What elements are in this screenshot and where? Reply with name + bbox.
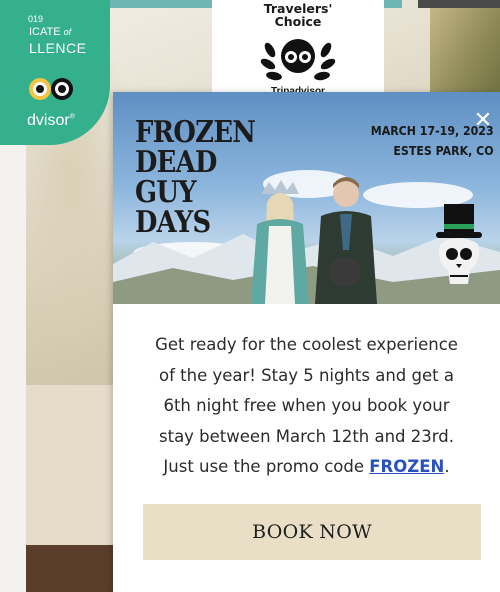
promo-line: stay between March 12th and 23rd. xyxy=(159,426,454,446)
promo-line: 6th night free when you book your xyxy=(163,396,450,415)
badge-of-text: of xyxy=(63,27,72,37)
promo-description: Get ready for the coolest experience of … xyxy=(113,330,500,483)
badge-year: 019 xyxy=(28,14,44,24)
book-now-button[interactable]: BOOK NOW xyxy=(143,504,481,560)
event-mascot-figures-icon xyxy=(251,177,377,304)
event-title-line: DEAD xyxy=(135,145,217,180)
event-title-line: FROZEN xyxy=(135,115,256,150)
promo-code-prefix: Just use the promo code xyxy=(163,457,370,476)
dark-header-edge xyxy=(418,0,500,8)
promo-line: Get ready for the coolest experience xyxy=(155,335,458,354)
skull-top-hat-icon xyxy=(436,204,482,284)
promo-line: of the year! Stay 5 nights and get a xyxy=(159,365,454,385)
promo-modal: FROZEN DEAD GUY DAYS MARCH 17-19, 2023 E… xyxy=(113,92,500,592)
promo-line-code: Just use the promo code FROZEN. xyxy=(113,452,500,483)
background-landscape-photo xyxy=(430,0,500,100)
travelers-choice-title-line-2: Choice xyxy=(274,14,322,29)
event-title-line: GUY xyxy=(135,175,197,210)
badge-line-1: ICATE of xyxy=(29,26,71,38)
event-location: ESTES PARK, CO xyxy=(393,143,494,158)
event-title-line: DAYS xyxy=(135,205,211,240)
badge-brand-text: dvisor® xyxy=(27,112,75,130)
promo-code-link[interactable]: FROZEN xyxy=(369,457,444,476)
travelers-choice-badge: Travelers' Choice Tripadvisor xyxy=(212,0,384,98)
tripadvisor-owl-icon xyxy=(29,78,73,100)
tripadvisor-laurel-owl-icon xyxy=(260,39,336,81)
event-banner: FROZEN DEAD GUY DAYS MARCH 17-19, 2023 E… xyxy=(113,92,500,304)
certificate-of-excellence-badge: 019 ICATE of LLENCE dvisor® xyxy=(0,0,110,145)
badge-line-1-text: ICATE xyxy=(29,26,61,38)
close-icon[interactable]: ✕ xyxy=(472,110,494,132)
badge-registered-mark: ® xyxy=(69,113,75,121)
travelers-choice-title: Travelers' Choice xyxy=(212,2,384,28)
badge-brand-word: dvisor xyxy=(27,112,70,129)
event-title: FROZEN DEAD GUY DAYS xyxy=(135,115,256,240)
badge-line-2: LLENCE xyxy=(29,40,87,56)
promo-code-suffix: . xyxy=(444,457,450,476)
